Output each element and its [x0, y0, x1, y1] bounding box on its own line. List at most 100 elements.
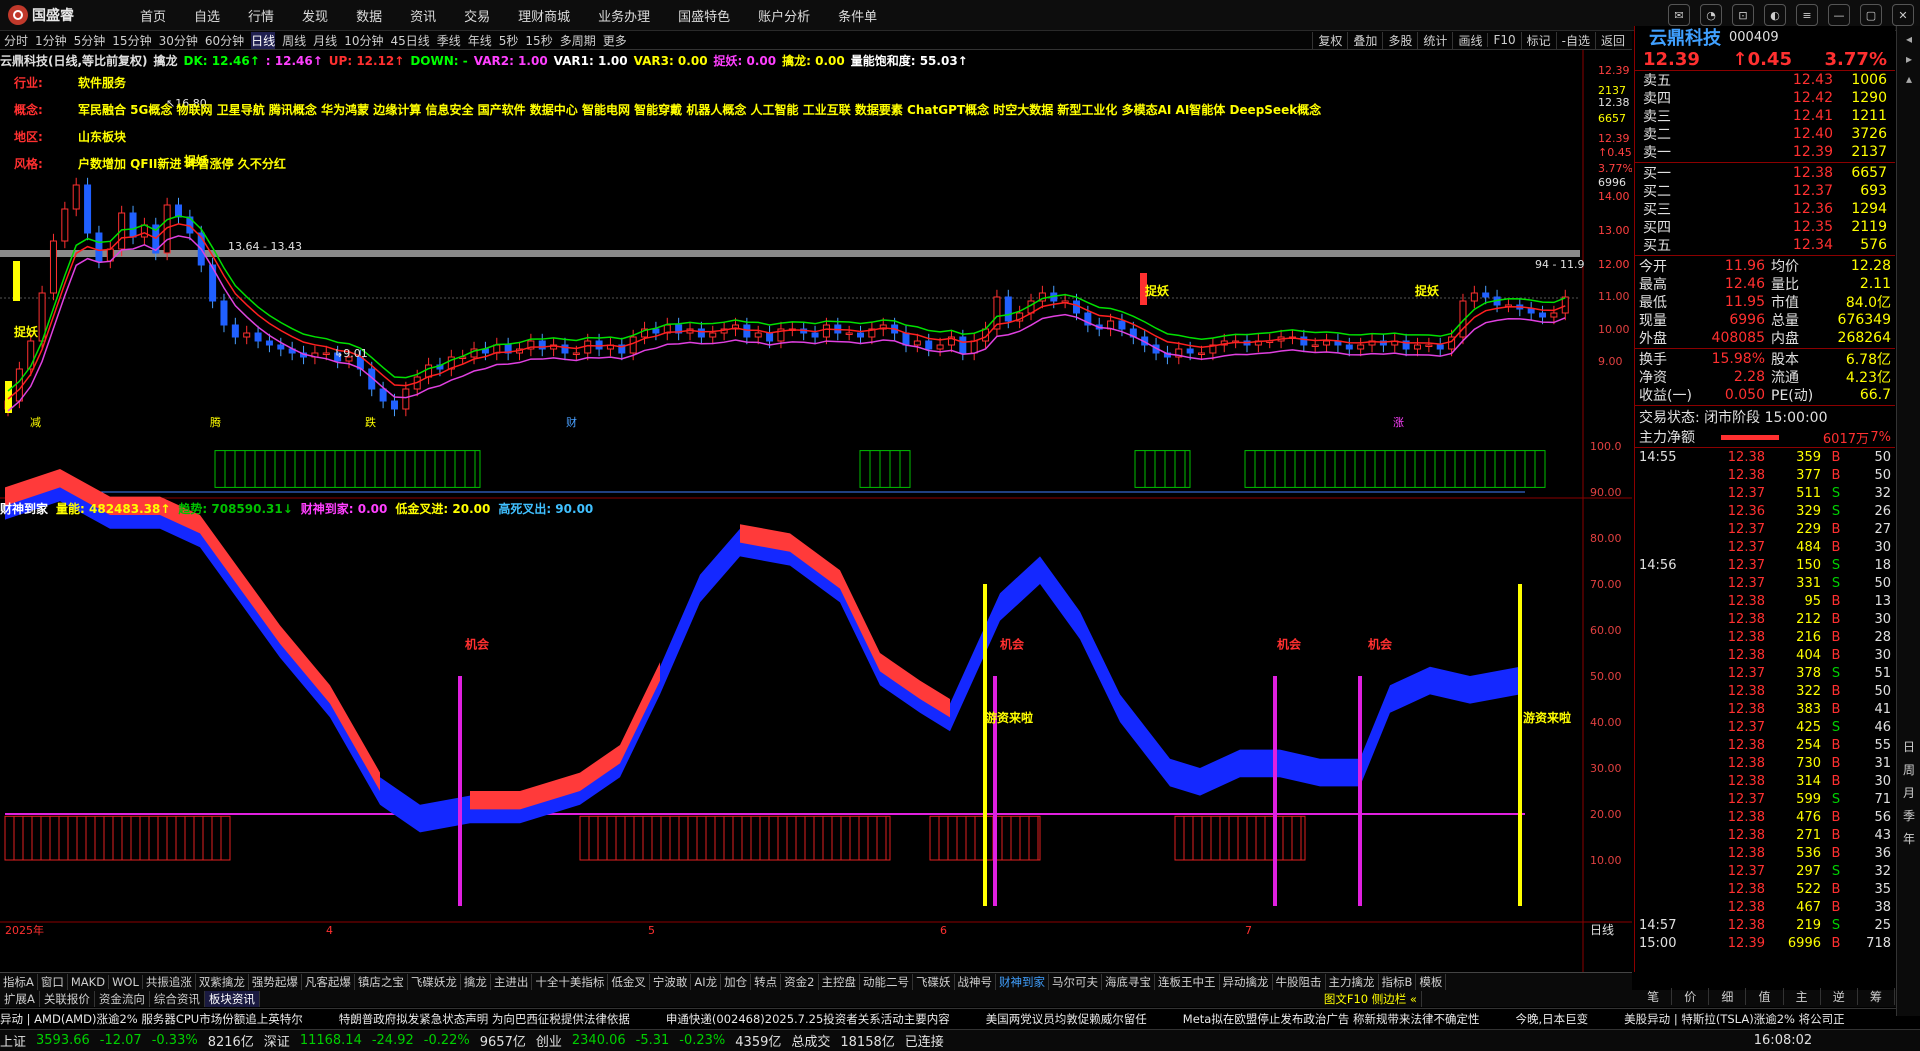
quote-tab[interactable]: 笔 — [1635, 988, 1673, 1005]
indicator-tab[interactable]: 异动擒龙 — [1220, 973, 1273, 990]
side-period-tab[interactable]: 季 — [1897, 807, 1920, 824]
extra-tab[interactable]: 板块资讯 — [204, 990, 260, 1007]
indicator-tab[interactable]: MAKD — [68, 974, 110, 989]
indicator-tab[interactable]: 飞碟妖龙 — [408, 973, 461, 990]
quote-tab[interactable]: 主 — [1784, 988, 1821, 1005]
quote-tab[interactable]: 筹 — [1858, 988, 1895, 1005]
indicator-tab[interactable]: 指标A — [0, 973, 38, 990]
ob-price[interactable]: 12.40 — [1723, 126, 1833, 142]
indicator-tab[interactable]: 资金2 — [781, 973, 819, 990]
quote-tab[interactable]: 细 — [1709, 988, 1747, 1005]
period-2[interactable]: 5分钟 — [74, 32, 106, 49]
period-14[interactable]: 15秒 — [525, 32, 552, 49]
period-6[interactable]: 日线 — [251, 31, 276, 49]
ob-price[interactable]: 12.43 — [1723, 72, 1833, 88]
indicator-tab[interactable]: 主进出 — [491, 973, 533, 990]
indicator-tab[interactable]: 马尔可夫 — [1049, 973, 1102, 990]
quote-tab[interactable]: 逆 — [1821, 988, 1858, 1005]
indicator-tab[interactable]: 财神到家 — [996, 973, 1049, 990]
indicator-tab[interactable]: AI龙 — [691, 973, 722, 990]
ob-price[interactable]: 12.38 — [1723, 165, 1833, 181]
indicator-tab[interactable]: 擒龙 — [461, 973, 491, 990]
ob-price[interactable]: 12.41 — [1723, 108, 1833, 124]
side-arrow-icon[interactable]: ▸ — [1897, 52, 1920, 66]
indicator-tab[interactable]: 宁波敢 — [650, 973, 692, 990]
period-16[interactable]: 更多 — [603, 32, 627, 49]
side-period-tab[interactable]: 月 — [1897, 784, 1920, 801]
chart-tool-6[interactable]: 标记 — [1520, 31, 1556, 49]
period-12[interactable]: 年线 — [468, 32, 492, 49]
ob-price[interactable]: 12.36 — [1723, 201, 1833, 217]
side-period-tab[interactable]: 日 — [1897, 738, 1920, 755]
indicator-tab[interactable]: 窗口 — [38, 973, 68, 990]
indicator-tab[interactable]: 牛股阻击 — [1273, 973, 1326, 990]
indicator-tab[interactable]: WOL — [109, 974, 143, 989]
menu-item-5[interactable]: 资讯 — [410, 6, 436, 25]
chart-tool-0[interactable]: 复权 — [1312, 31, 1347, 49]
extra-tab[interactable]: 扩展A — [0, 990, 40, 1007]
chart-tool-2[interactable]: 多股 — [1382, 31, 1417, 49]
indicator-tab[interactable]: 十全十美指标 — [532, 973, 609, 990]
menu-item-8[interactable]: 业务办理 — [598, 6, 650, 25]
chart-tool-1[interactable]: 叠加 — [1347, 31, 1382, 49]
chart-tool-8[interactable]: 返回 — [1594, 31, 1630, 49]
indicator-tab[interactable]: 主力擒龙 — [1326, 973, 1379, 990]
period-1[interactable]: 1分钟 — [35, 32, 67, 49]
menu-item-10[interactable]: 账户分析 — [758, 6, 810, 25]
indicator-tab[interactable]: 海底寻宝 — [1102, 973, 1155, 990]
indicator-tab[interactable]: 镇店之宝 — [355, 973, 408, 990]
indicator-tab[interactable]: 低金叉 — [608, 973, 650, 990]
indicator-tab[interactable]: 指标B — [1379, 973, 1417, 990]
indicator-tab[interactable]: 双紫擒龙 — [196, 973, 249, 990]
side-period-tab[interactable]: 年 — [1897, 830, 1920, 847]
indicator-tab[interactable]: 凡客起爆 — [302, 973, 355, 990]
maximize-icon[interactable]: ▢ — [1860, 4, 1882, 26]
menu-item-6[interactable]: 交易 — [464, 6, 490, 25]
period-3[interactable]: 15分钟 — [112, 32, 151, 49]
lock-icon[interactable]: ⊡ — [1732, 4, 1754, 26]
chart-tool-7[interactable]: -自选 — [1555, 31, 1595, 49]
period-9[interactable]: 10分钟 — [344, 32, 383, 49]
skin-icon[interactable]: ◐ — [1764, 4, 1786, 26]
indicator-tab[interactable]: 主控盘 — [819, 973, 860, 990]
indicator-tab[interactable]: 共振追涨 — [143, 973, 196, 990]
indicator-tab[interactable]: 连板王中王 — [1155, 973, 1220, 990]
indicator-name[interactable]: 擒龙 — [154, 54, 178, 68]
indicator-tab[interactable]: 战神号 — [955, 973, 996, 990]
chart-tool-3[interactable]: 统计 — [1417, 31, 1452, 49]
period-10[interactable]: 45日线 — [390, 32, 429, 49]
indicator-tab[interactable]: 模板 — [1416, 973, 1447, 990]
period-11[interactable]: 季线 — [437, 32, 461, 49]
message-icon[interactable]: ✉ — [1668, 4, 1690, 26]
menu-item-11[interactable]: 条件单 — [838, 6, 877, 25]
menu-item-2[interactable]: 行情 — [248, 6, 274, 25]
indicator-tab[interactable]: 动能二号 — [860, 973, 913, 990]
menu-item-1[interactable]: 自选 — [194, 6, 220, 25]
menu-item-3[interactable]: 发现 — [302, 6, 328, 25]
period-4[interactable]: 30分钟 — [159, 32, 198, 49]
f10-toggle[interactable]: 图文F10 侧边栏 « — [1320, 990, 1422, 1007]
menu-item-0[interactable]: 首页 — [140, 6, 166, 25]
news-item[interactable]: 特朗普政府拟发紧急状态声明 为向巴西征税提供法律依据 — [339, 1011, 630, 1027]
close-icon[interactable]: ✕ — [1892, 4, 1914, 26]
side-period-tab[interactable]: 周 — [1897, 761, 1920, 778]
period-5[interactable]: 60分钟 — [205, 32, 244, 49]
side-arrow-icon[interactable]: ◂ — [1897, 32, 1920, 46]
ob-price[interactable]: 12.34 — [1723, 237, 1833, 253]
menu-item-4[interactable]: 数据 — [356, 6, 382, 25]
menu-item-7[interactable]: 理财商城 — [518, 6, 570, 25]
ob-price[interactable]: 12.35 — [1723, 219, 1833, 235]
indicator-tab[interactable]: 转点 — [751, 973, 782, 990]
period-7[interactable]: 周线 — [282, 32, 306, 49]
ob-price[interactable]: 12.42 — [1723, 90, 1833, 106]
ob-price[interactable]: 12.39 — [1723, 144, 1833, 160]
quote-tab[interactable]: 值 — [1746, 988, 1784, 1005]
extra-tab[interactable]: 关联报价 — [40, 990, 95, 1007]
ob-price[interactable]: 12.37 — [1723, 183, 1833, 199]
indicator-tab[interactable]: 强势起爆 — [249, 973, 302, 990]
menu-icon[interactable]: ≡ — [1796, 4, 1818, 26]
extra-tab[interactable]: 资金流向 — [95, 990, 150, 1007]
news-item[interactable]: 美股异动 | 特斯拉(TSLA)涨逾2% 将公司正 — [1624, 1011, 1844, 1027]
period-0[interactable]: 分时 — [4, 32, 28, 49]
indicator-tab[interactable]: 加仓 — [721, 973, 752, 990]
